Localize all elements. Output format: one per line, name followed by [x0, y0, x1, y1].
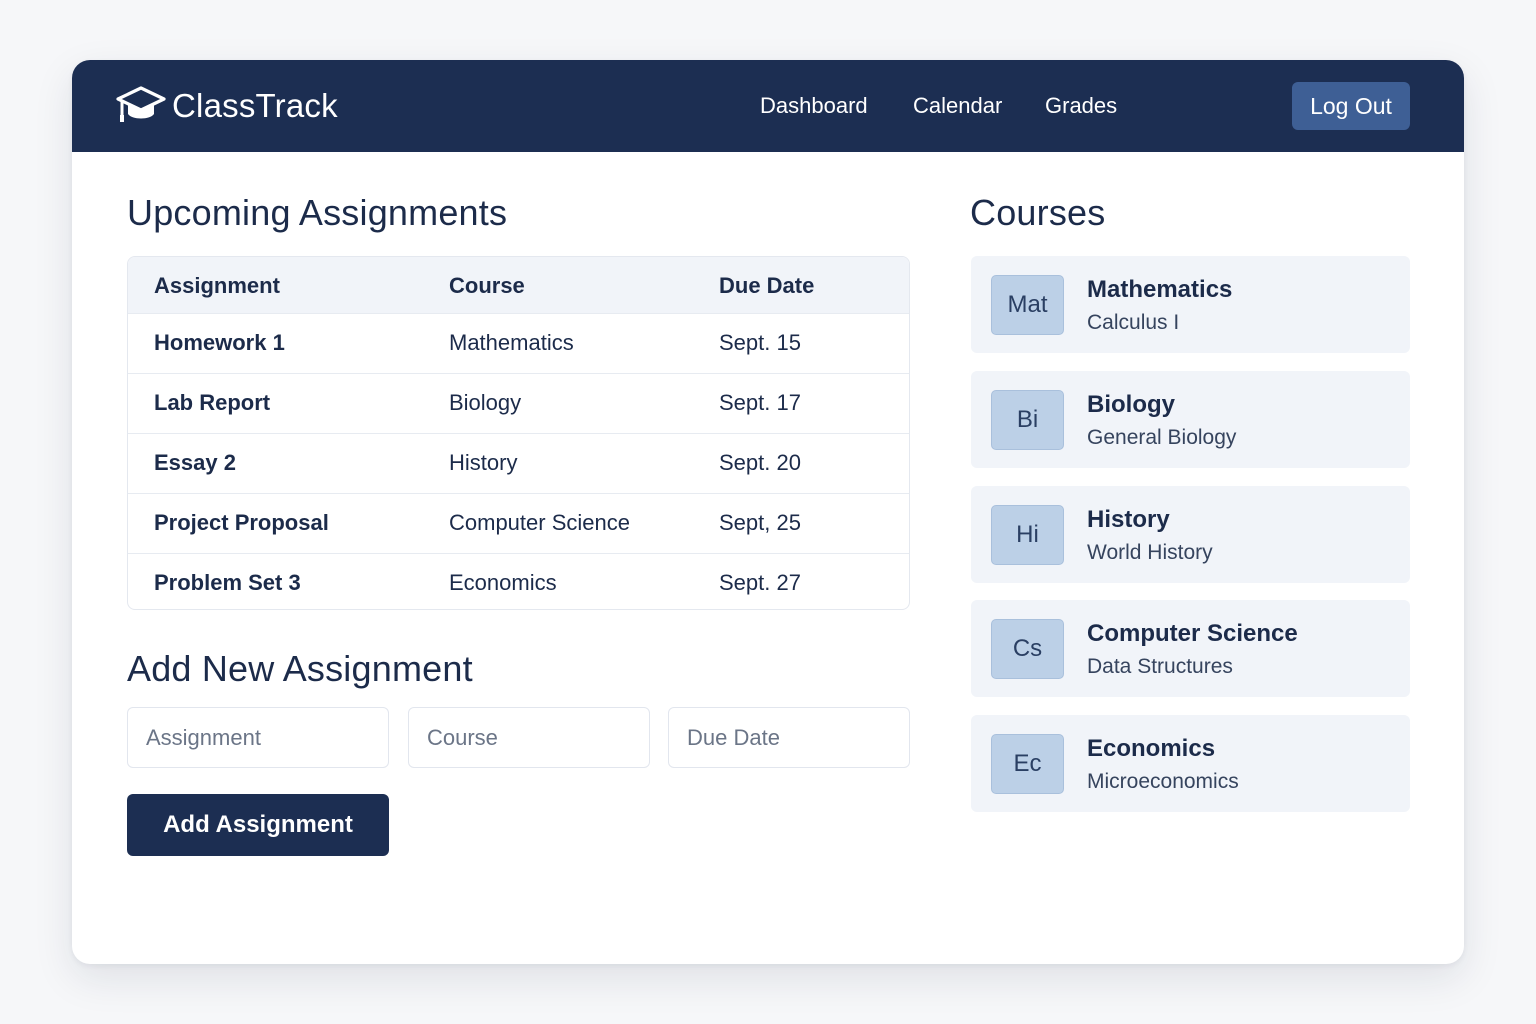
- graduation-cap-icon: [116, 86, 166, 122]
- logout-button[interactable]: Log Out: [1292, 82, 1410, 130]
- assignment-cell: Problem Set 3: [154, 570, 301, 595]
- table-row[interactable]: Project Proposal Computer Science Sept, …: [128, 493, 909, 553]
- brand-logo[interactable]: ClassTrack: [116, 84, 338, 128]
- nav-dashboard[interactable]: Dashboard: [760, 90, 868, 122]
- course-badge: Mat: [991, 275, 1064, 335]
- course-name: Computer Science: [1087, 620, 1298, 647]
- course-subtitle: General Biology: [1087, 426, 1237, 449]
- assignment-cell: Essay 2: [154, 450, 236, 475]
- nav-grades[interactable]: Grades: [1045, 90, 1117, 122]
- table-header: Assignment Course Due Date: [128, 257, 909, 313]
- column-header-assignment: Assignment: [154, 273, 280, 298]
- course-cell: Mathematics: [449, 330, 574, 355]
- assignment-input[interactable]: [127, 707, 389, 768]
- course-name: Economics: [1087, 735, 1216, 762]
- course-cell: Computer Science: [449, 510, 630, 535]
- table-row[interactable]: Lab Report Biology Sept. 17: [128, 373, 909, 433]
- table-row[interactable]: Homework 1 Mathematics Sept. 15: [128, 313, 909, 373]
- app-window: ClassTrack Dashboard Calendar Grades Log…: [72, 60, 1464, 964]
- assignment-cell: Lab Report: [154, 390, 271, 415]
- assignment-cell: Homework 1: [154, 330, 285, 355]
- course-name: History: [1087, 506, 1170, 533]
- course-card-history[interactable]: Hi History World History: [971, 486, 1410, 583]
- course-subtitle: Calculus I: [1087, 311, 1180, 334]
- course-input[interactable]: [408, 707, 650, 768]
- course-card-economics[interactable]: Ec Economics Microeconomics: [971, 715, 1410, 812]
- assignment-cell: Project Proposal: [154, 510, 329, 535]
- due-date-cell: Sept, 25: [719, 510, 801, 535]
- assignments-table: Assignment Course Due Date Homework 1 Ma…: [127, 256, 910, 610]
- add-assignment-heading: Add New Assignment: [127, 648, 473, 689]
- course-cell: Biology: [449, 390, 522, 415]
- course-subtitle: World History: [1087, 541, 1213, 564]
- top-navigation-bar: ClassTrack Dashboard Calendar Grades Log…: [72, 60, 1464, 152]
- due-date-cell: Sept. 20: [719, 450, 801, 475]
- column-header-due-date: Due Date: [719, 273, 815, 298]
- due-date-cell: Sept. 15: [719, 330, 801, 355]
- course-card-computer-science[interactable]: Cs Computer Science Data Structures: [971, 600, 1410, 697]
- course-badge: Ec: [991, 734, 1064, 794]
- courses-heading: Courses: [970, 192, 1106, 233]
- table-row[interactable]: Essay 2 History Sept. 20: [128, 433, 909, 493]
- course-subtitle: Data Structures: [1087, 655, 1233, 678]
- course-name: Mathematics: [1087, 276, 1233, 303]
- course-cell: Economics: [449, 570, 557, 595]
- course-subtitle: Microeconomics: [1087, 770, 1239, 793]
- course-badge: Bi: [991, 390, 1064, 450]
- due-date-cell: Sept. 27: [719, 570, 801, 595]
- due-date-input[interactable]: [668, 707, 910, 768]
- course-badge: Hi: [991, 505, 1064, 565]
- column-header-course: Course: [449, 273, 525, 298]
- nav-calendar[interactable]: Calendar: [913, 90, 1002, 122]
- course-cell: History: [449, 450, 518, 475]
- upcoming-assignments-heading: Upcoming Assignments: [127, 192, 508, 233]
- table-row[interactable]: Problem Set 3 Economics Sept. 27: [128, 553, 909, 609]
- course-name: Biology: [1087, 391, 1175, 418]
- app-name: ClassTrack: [172, 87, 338, 124]
- course-card-mathematics[interactable]: Mat Mathematics Calculus I: [971, 256, 1410, 353]
- course-badge: Cs: [991, 619, 1064, 679]
- course-card-biology[interactable]: Bi Biology General Biology: [971, 371, 1410, 468]
- due-date-cell: Sept. 17: [719, 390, 801, 415]
- add-assignment-button[interactable]: Add Assignment: [127, 794, 389, 856]
